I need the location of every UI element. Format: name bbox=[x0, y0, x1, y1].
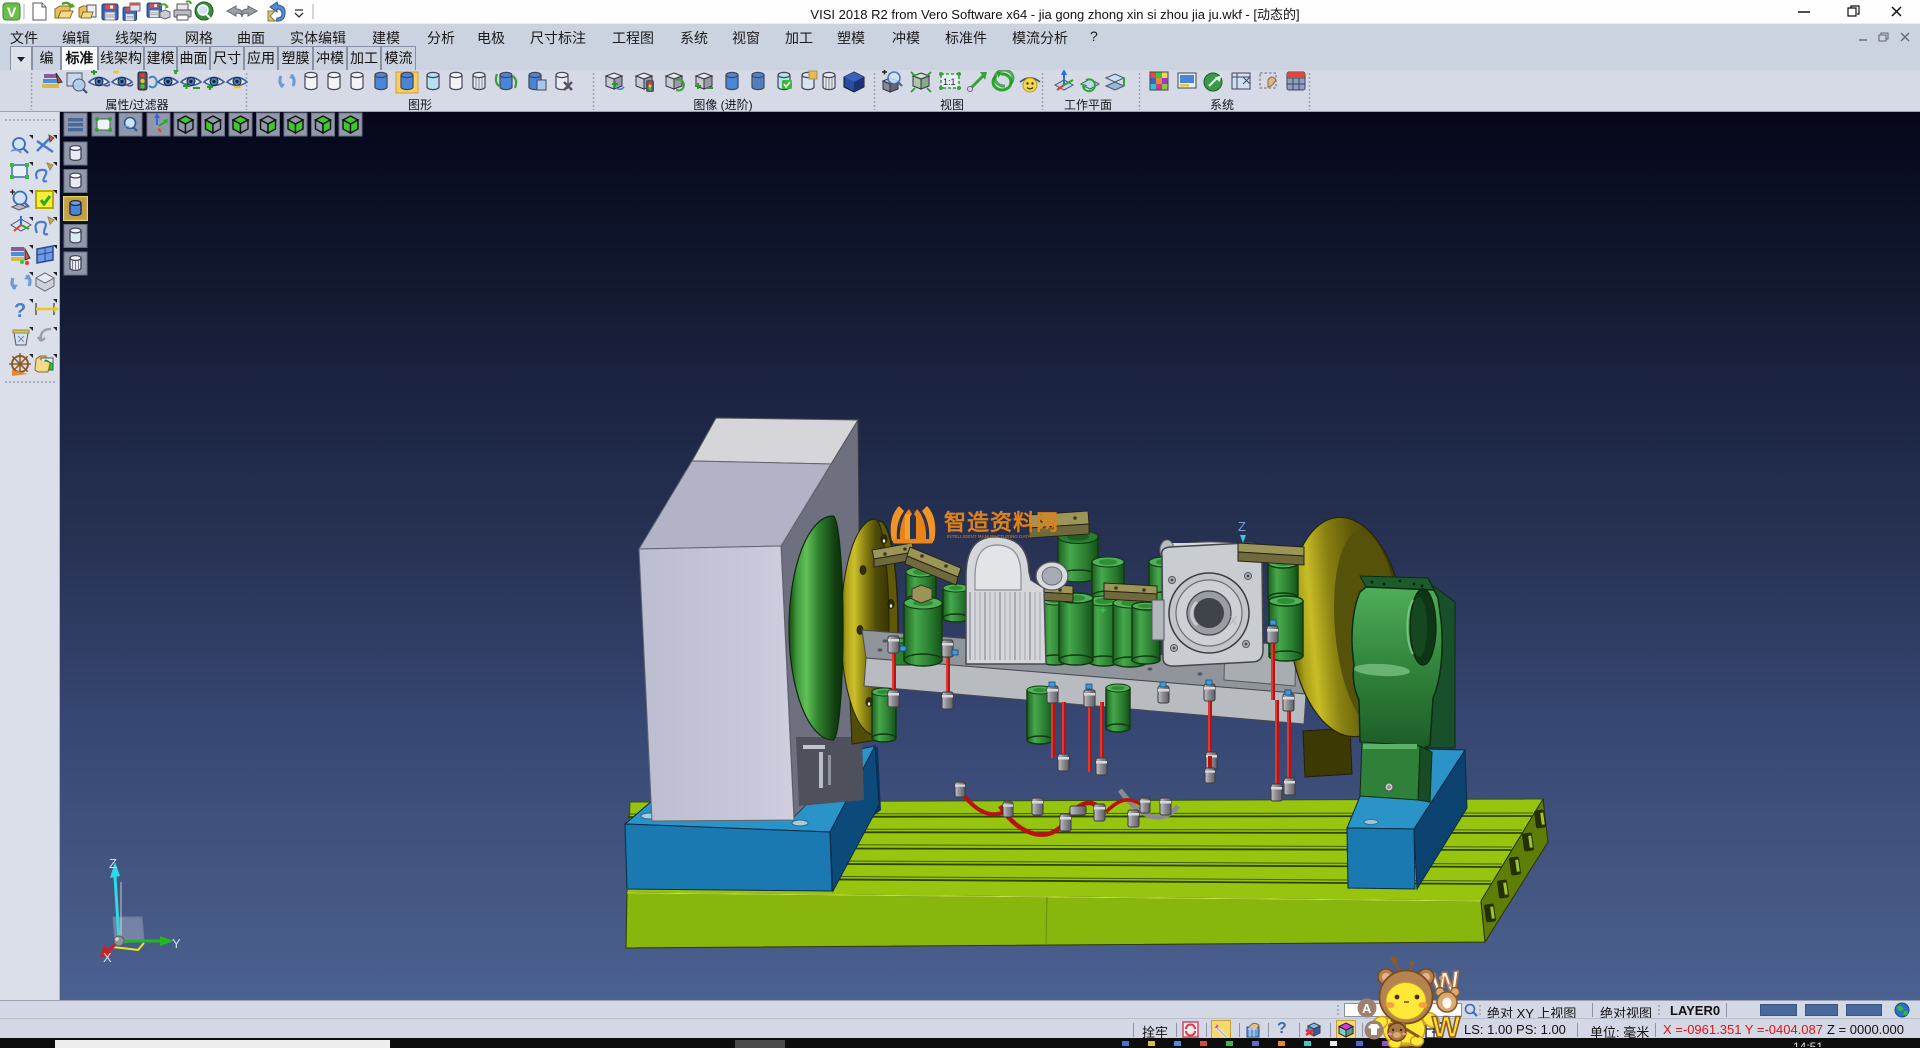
svg-text:Z: Z bbox=[1238, 519, 1246, 534]
svg-text:智造资料网: 智造资料网 bbox=[944, 510, 1059, 535]
svg-text:A: A bbox=[1362, 1001, 1372, 1016]
svg-text:Z: Z bbox=[109, 856, 117, 871]
svg-text:X: X bbox=[1229, 613, 1238, 628]
svg-text:V: V bbox=[7, 4, 17, 20]
svg-text:X: X bbox=[103, 950, 112, 965]
svg-text:?: ? bbox=[14, 300, 26, 322]
svg-text:Y: Y bbox=[172, 936, 181, 951]
svg-text:INTELLIGENT MANUFACTURING DATA: INTELLIGENT MANUFACTURING DATA bbox=[947, 534, 1032, 539]
svg-text:W: W bbox=[1432, 1011, 1461, 1044]
svg-text:1:1: 1:1 bbox=[943, 77, 956, 87]
